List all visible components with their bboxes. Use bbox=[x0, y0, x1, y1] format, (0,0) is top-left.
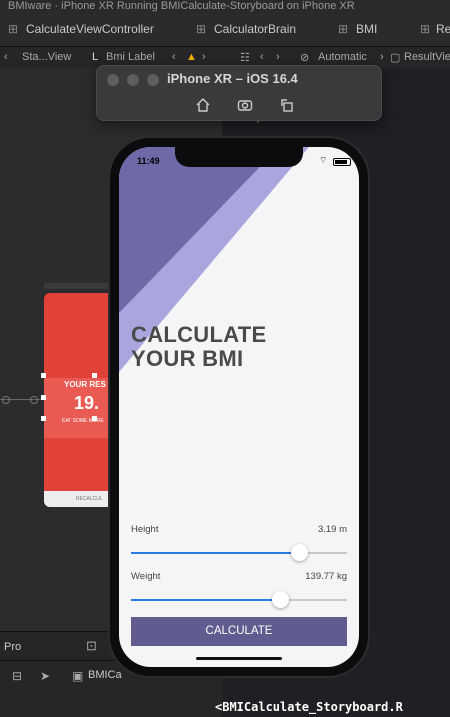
file-icon: ▣ bbox=[72, 669, 84, 683]
weight-slider-fill bbox=[131, 599, 281, 601]
notch bbox=[175, 147, 303, 167]
weight-label: Weight bbox=[131, 571, 161, 582]
file-icon: ⊞ bbox=[420, 22, 431, 36]
title-line-2: YOUR BMI bbox=[131, 346, 244, 371]
minimize-dot[interactable] bbox=[127, 74, 139, 86]
status-text: BMIware · iPhone XR Running BMICalculate… bbox=[8, 0, 355, 12]
chevron-left-icon[interactable]: ‹ bbox=[4, 51, 8, 63]
home-icon[interactable] bbox=[195, 97, 211, 113]
code-line-bottom: <BMICalculate_Storyboard.R bbox=[215, 700, 403, 714]
page-title: CALCULATE YOUR BMI bbox=[131, 323, 267, 371]
chevron-right-icon: › bbox=[380, 51, 384, 63]
resize-handle[interactable] bbox=[92, 416, 97, 421]
result-advice: EAT SOME MORE bbox=[62, 418, 104, 424]
chevron-right-icon[interactable]: › bbox=[276, 51, 280, 63]
simulator-window[interactable]: iPhone XR – iOS 16.4 bbox=[96, 65, 382, 121]
height-value: 3.19 m bbox=[317, 524, 347, 535]
zoom-fit-icon[interactable]: ⊡ bbox=[86, 638, 97, 654]
simulator-title: iPhone XR – iOS 16.4 bbox=[167, 71, 298, 86]
xcode-status-strip: BMIware · iPhone XR Running BMICalculate… bbox=[0, 0, 450, 14]
segue-node bbox=[30, 396, 38, 404]
grid-icon[interactable]: ☷ bbox=[240, 51, 250, 64]
result-value: 19. bbox=[74, 393, 100, 413]
resize-handle[interactable] bbox=[92, 373, 97, 378]
result-crumb[interactable]: ResultVie bbox=[404, 51, 450, 63]
weight-value: 139.77 kg bbox=[305, 571, 347, 582]
result-scene-preview[interactable]: YOUR RES 19. EAT SOME MORE RECALCUL bbox=[44, 293, 114, 507]
result-title: YOUR RES bbox=[64, 380, 106, 389]
sidebar-toggle-icon[interactable]: ⊟ bbox=[12, 669, 22, 683]
tab-calculator-brain[interactable]: CalculatorBrain bbox=[214, 22, 296, 36]
background-stripes bbox=[119, 147, 309, 372]
tab-icon: ⊞ bbox=[8, 22, 19, 36]
location-icon[interactable]: ➤ bbox=[40, 669, 50, 683]
resize-handle[interactable] bbox=[41, 373, 46, 378]
wifi-icon: ⌔ bbox=[319, 155, 328, 165]
height-slider[interactable] bbox=[131, 552, 347, 554]
height-slider-fill bbox=[131, 552, 300, 554]
weight-slider-thumb[interactable] bbox=[271, 591, 289, 608]
label-crumb-icon: L bbox=[92, 51, 99, 63]
automatic-crumb[interactable]: Automatic bbox=[318, 51, 367, 63]
link-icon: ⊘ bbox=[300, 52, 310, 64]
calculate-button[interactable]: CALCULATE bbox=[131, 617, 347, 646]
weight-slider[interactable] bbox=[131, 599, 347, 601]
height-label: Height bbox=[131, 524, 159, 535]
height-slider-thumb[interactable] bbox=[290, 544, 308, 561]
close-dot[interactable] bbox=[107, 74, 119, 86]
tab-calculate-view-controller[interactable]: CalculateViewController bbox=[26, 22, 154, 36]
battery-icon bbox=[333, 158, 351, 166]
swift-file-icon: ▢ bbox=[390, 52, 401, 64]
screenshot-icon[interactable] bbox=[237, 97, 253, 113]
home-indicator bbox=[196, 657, 282, 660]
title-line-1: CALCULATE bbox=[131, 322, 267, 347]
dark-stripe bbox=[119, 147, 279, 313]
folder-icon: ⊞ bbox=[338, 22, 349, 36]
resize-handle[interactable] bbox=[41, 416, 46, 421]
swift-file-icon: ⊞ bbox=[196, 22, 207, 36]
tab-bmi[interactable]: BMI bbox=[356, 22, 377, 36]
chevron-left-icon[interactable]: ‹ bbox=[260, 51, 264, 63]
chevron-left-icon[interactable]: ‹ bbox=[172, 51, 176, 63]
scene-dock[interactable] bbox=[44, 283, 110, 289]
zoom-dot[interactable] bbox=[147, 74, 159, 86]
bmi-label-crumb[interactable]: Bmi Label bbox=[106, 51, 155, 63]
storyboard-crumb[interactable]: Sta...View bbox=[22, 51, 71, 63]
recalculate-button[interactable]: RECALCUL bbox=[76, 496, 103, 502]
status-time: 11:49 bbox=[137, 156, 160, 166]
tab-result[interactable]: Re bbox=[436, 22, 450, 36]
device-label[interactable]: Pro bbox=[4, 641, 21, 653]
warning-icon[interactable]: ▲ bbox=[186, 51, 197, 63]
resize-handle[interactable] bbox=[41, 395, 46, 400]
chevron-right-icon[interactable]: › bbox=[202, 51, 206, 63]
rotate-icon[interactable] bbox=[279, 97, 295, 113]
app-screen[interactable]: 11:49 ⌔ CALCULATE YOUR BMI Height 3.19 m… bbox=[119, 147, 359, 667]
bottom-tab-label[interactable]: BMICa bbox=[88, 669, 122, 681]
segue-node bbox=[2, 396, 10, 404]
editor-tab-bar: ⊞ CalculateViewController ⊞ CalculatorBr… bbox=[0, 14, 450, 47]
